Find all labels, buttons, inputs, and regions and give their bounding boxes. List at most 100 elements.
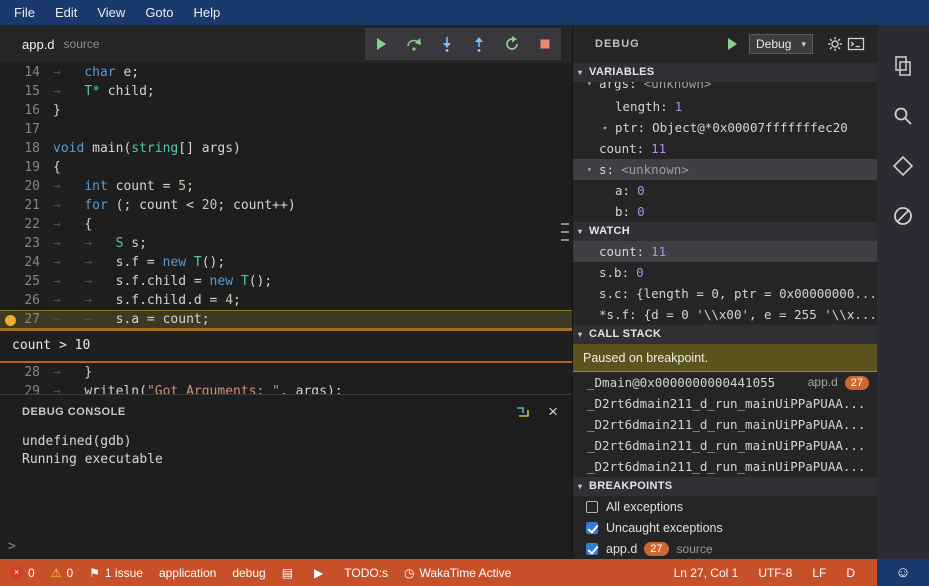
start-debug-button[interactable] <box>725 37 739 51</box>
checkbox-checked[interactable] <box>586 521 598 534</box>
code-line[interactable]: 17 <box>0 120 572 139</box>
encoding-indicator[interactable]: UTF-8 <box>758 566 792 580</box>
line-number[interactable]: 25 <box>0 272 40 291</box>
debug-config-dropdown[interactable]: Debug ▾ <box>749 34 813 54</box>
step-over-button[interactable] <box>402 32 426 56</box>
variable-row[interactable]: length: 1 <box>573 96 877 117</box>
breakpoint-row[interactable]: app.d 27 source <box>573 538 877 559</box>
line-number[interactable]: 21 <box>0 196 40 215</box>
stack-frame-row[interactable]: _D2rt6dmain211_d_run_mainUiPPaPUAA... <box>573 456 877 477</box>
menu-goto[interactable]: Goto <box>135 5 183 20</box>
line-number[interactable]: 14 <box>0 63 40 82</box>
code-line[interactable]: 20 → int count = 5; <box>0 177 572 196</box>
variable-row[interactable]: ▸ ptr: Object@*0x00007fffffffec20 <box>573 117 877 138</box>
menu-file[interactable]: File <box>4 5 45 20</box>
code-editor[interactable]: 14 → char e; 15 → T* child; 16} 17 18 void main… <box>0 63 572 394</box>
line-number[interactable]: 19 <box>0 158 40 177</box>
restart-button[interactable] <box>500 32 524 56</box>
stop-button[interactable] <box>533 32 557 56</box>
line-number[interactable]: 28 <box>0 363 40 382</box>
menu-view[interactable]: View <box>87 5 135 20</box>
code-line[interactable]: 14 → char e; <box>0 63 572 82</box>
run-status-button[interactable]: ▶ <box>314 566 328 580</box>
line-number[interactable]: 17 <box>0 120 40 139</box>
debug-disabled-button[interactable] <box>877 191 929 241</box>
application-status[interactable]: application <box>159 566 216 580</box>
code-line[interactable]: 19{ <box>0 158 572 177</box>
code-line[interactable]: 21 → for (; count < 20; count++) <box>0 196 572 215</box>
watch-row-selected[interactable]: count: 11 <box>573 241 877 262</box>
line-number[interactable]: 18 <box>0 139 40 158</box>
feedback-corner[interactable]: ☺ <box>877 559 929 586</box>
line-number[interactable]: 16 <box>0 101 40 120</box>
stack-frame-row[interactable]: _D2rt6dmain211_d_run_mainUiPPaPUAA... <box>573 414 877 435</box>
breakpoint-row[interactable]: Uncaught exceptions <box>573 517 877 538</box>
stack-frame-row[interactable]: _Dmain@0x0000000000441055 app.d 27 <box>573 372 877 393</box>
code-line[interactable]: 22 → { <box>0 215 572 234</box>
variable-row-selected[interactable]: ▾ s: <unknown> <box>573 159 877 180</box>
line-number[interactable]: 22 <box>0 215 40 234</box>
code-line[interactable]: 29 → writeln("Got Arguments: ", args); <box>0 382 572 394</box>
wakatime-status[interactable]: ◷ WakaTime Active <box>404 566 511 580</box>
warning-count[interactable]: ⚠ 0 <box>51 566 73 580</box>
tab-filename[interactable]: app.d <box>22 37 55 52</box>
issues-status[interactable]: ⚑ 1 issue <box>89 566 143 580</box>
code-line[interactable]: 18 void main(string[] args) <box>0 139 572 158</box>
watch-row[interactable]: s.c: {length = 0, ptr = 0x00000000... <box>573 283 877 304</box>
section-header-call-stack[interactable]: ▾ CALL STACK <box>573 325 877 344</box>
checkbox-checked[interactable] <box>586 542 598 555</box>
eol-indicator[interactable]: LF <box>812 566 826 580</box>
expand-arrow-icon[interactable]: ▸ <box>603 117 615 138</box>
overview-ruler[interactable] <box>561 223 569 247</box>
variable-row[interactable]: a: 0 <box>573 180 877 201</box>
language-mode[interactable]: D <box>846 566 855 580</box>
section-header-variables[interactable]: ▾ VARIABLES <box>573 63 877 82</box>
variable-row[interactable]: b: 0 <box>573 201 877 222</box>
line-number[interactable]: 23 <box>0 234 40 253</box>
code-line[interactable]: 24 → → s.f = new T(); <box>0 253 572 272</box>
files-button[interactable] <box>877 41 929 91</box>
line-number[interactable]: 29 <box>0 382 40 394</box>
code-line[interactable]: 25 → → s.f.child = new T(); <box>0 272 572 291</box>
code-line[interactable]: 28 → } <box>0 363 572 382</box>
step-into-button[interactable] <box>435 32 459 56</box>
package-button[interactable] <box>877 141 929 191</box>
code-line[interactable]: 16} <box>0 101 572 120</box>
breakpoint-condition-box[interactable]: count > 10 <box>0 329 572 363</box>
menu-help[interactable]: Help <box>184 5 231 20</box>
stack-frame-row[interactable]: _D2rt6dmain211_d_run_mainUiPPaPUAA... <box>573 435 877 456</box>
todo-status[interactable]: TODO:s <box>344 566 388 580</box>
close-icon[interactable]: × <box>548 403 558 420</box>
variable-row[interactable]: ▾ args: <unknown> <box>573 82 877 96</box>
checkbox-unchecked[interactable] <box>586 500 598 513</box>
console-prompt[interactable]: > <box>8 539 16 554</box>
breakpoint-icon[interactable] <box>5 315 16 326</box>
line-number[interactable]: 24 <box>0 253 40 272</box>
section-header-watch[interactable]: ▾ WATCH <box>573 222 877 241</box>
console-wrap-icon[interactable] <box>515 405 532 419</box>
search-button[interactable] <box>877 91 929 141</box>
line-number[interactable]: 20 <box>0 177 40 196</box>
step-out-button[interactable] <box>467 32 491 56</box>
breakpoint-row[interactable]: All exceptions <box>573 496 877 517</box>
code-line[interactable]: 15 → T* child; <box>0 82 572 101</box>
document-status-button[interactable]: ▤ <box>282 566 298 580</box>
configure-button[interactable] <box>827 36 843 52</box>
line-number[interactable]: 26 <box>0 291 40 310</box>
expand-arrow-icon[interactable]: ▾ <box>587 82 599 94</box>
cursor-position[interactable]: Ln 27, Col 1 <box>674 566 739 580</box>
code-line[interactable]: 27 → → s.a = count; <box>0 310 572 329</box>
error-count[interactable]: × 0 <box>10 566 35 580</box>
continue-button[interactable] <box>369 32 393 56</box>
expand-arrow-icon[interactable]: ▾ <box>587 159 599 180</box>
code-line[interactable]: 26 → → s.f.child.d = 4; <box>0 291 572 310</box>
section-header-breakpoints[interactable]: ▾ BREAKPOINTS <box>573 477 877 496</box>
console-toggle-button[interactable] <box>847 36 865 52</box>
variable-row[interactable]: count: 11 <box>573 138 877 159</box>
line-number[interactable]: 15 <box>0 82 40 101</box>
debug-status[interactable]: debug <box>232 566 265 580</box>
watch-row[interactable]: *s.f: {d = 0 '\\x00', e = 255 '\\x... <box>573 304 877 325</box>
stack-frame-row[interactable]: _D2rt6dmain211_d_run_mainUiPPaPUAA... <box>573 393 877 414</box>
menu-edit[interactable]: Edit <box>45 5 87 20</box>
code-line[interactable]: 23 → → S s; <box>0 234 572 253</box>
